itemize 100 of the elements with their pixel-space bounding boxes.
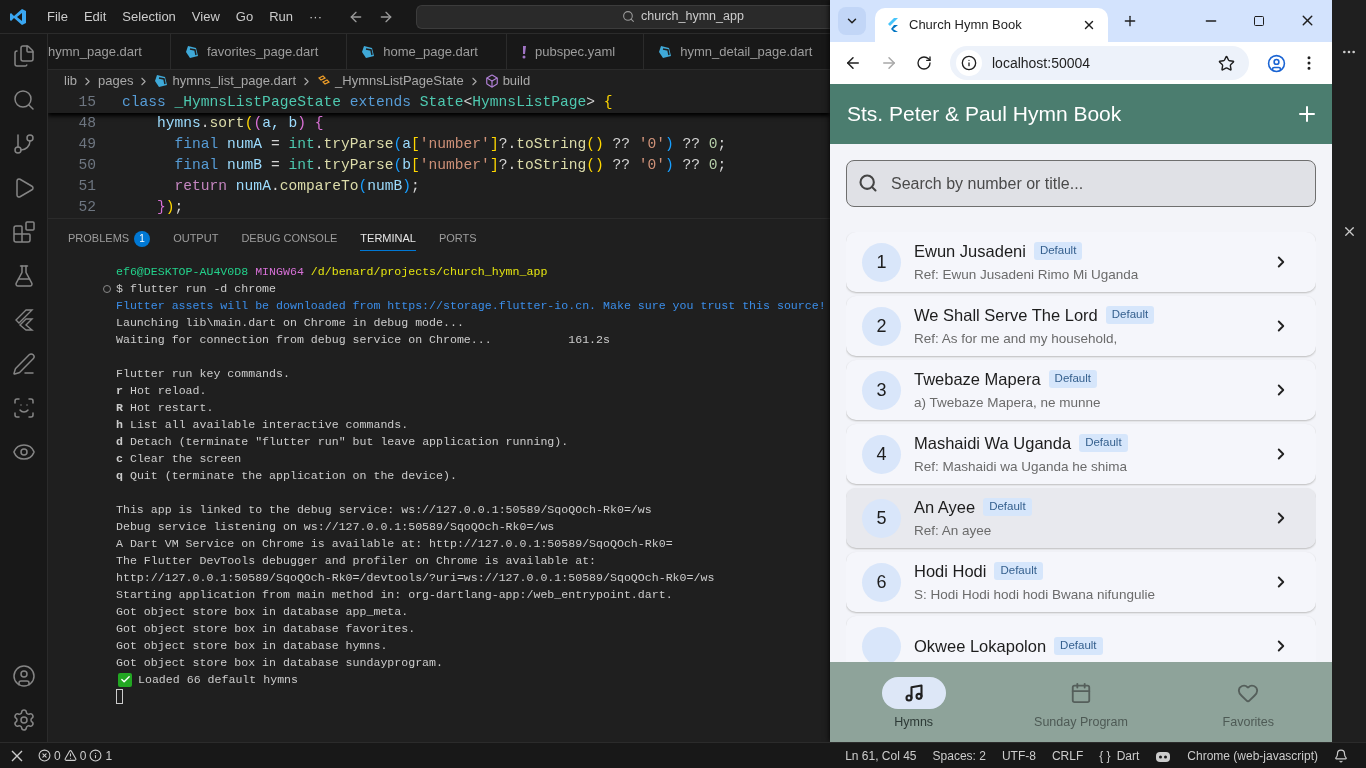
hymn-card[interactable]: 5 An Ayee Default Ref: An ayee xyxy=(846,488,1316,548)
account-icon[interactable] xyxy=(11,664,36,688)
count-badge: 1 xyxy=(134,230,151,247)
line-number: 50 xyxy=(77,156,96,175)
files-icon[interactable] xyxy=(11,44,36,68)
panel-tab[interactable]: TERMINAL xyxy=(360,227,416,251)
terminal-line: http://127.0.0.1:50589/SqoQOch-Rk0=/devtools/?uri=ws://127.0.0.1:50589/SqoQOch-Rk0=/ws xyxy=(116,570,716,586)
dart-file-icon xyxy=(658,44,673,59)
hymn-card[interactable]: Okwee Lokapolon Default xyxy=(846,616,1316,662)
maximize-icon[interactable] xyxy=(1253,15,1265,27)
code-line: }); xyxy=(156,198,184,217)
back-icon[interactable] xyxy=(844,54,862,72)
menu-item[interactable]: Run xyxy=(263,4,299,29)
search-field[interactable]: Search by number or title... xyxy=(846,160,1316,207)
terminal-line: R Hot restart. xyxy=(116,400,215,416)
panel-tab[interactable]: DEBUG CONSOLE xyxy=(241,227,338,251)
reload-icon[interactable] xyxy=(916,55,932,71)
hymn-title: Hodi Hodi xyxy=(914,560,987,582)
bookmark-star-icon[interactable] xyxy=(1218,54,1235,72)
dart-file-icon xyxy=(184,44,199,59)
status-item[interactable]: Chrome (web-javascript) xyxy=(1187,746,1318,765)
address-bar[interactable]: localhost:50004 xyxy=(950,46,1249,80)
default-tag: Default xyxy=(1054,637,1103,655)
terminal-line: The Flutter DevTools debugger and profiler on Chrome is available at: xyxy=(116,553,598,569)
panel-tab[interactable]: PROBLEMS 1 xyxy=(68,227,151,251)
menu-item[interactable]: View xyxy=(185,4,226,29)
scan-icon[interactable] xyxy=(11,396,36,420)
method-icon xyxy=(484,74,499,88)
hymn-subtitle: Ref: Ewun Jusadeni Rimo Mi Uganda xyxy=(914,266,1140,285)
hymn-title: Mashaidi Wa Uganda xyxy=(914,432,1072,454)
terminal-line: Got object store box in database app_meta. xyxy=(116,604,410,620)
panel-tab[interactable]: PORTS xyxy=(438,227,477,251)
warning-icon[interactable] xyxy=(63,749,77,762)
terminal-line: Loaded 66 default hymns xyxy=(138,672,299,688)
nav-tab[interactable]: Hymns xyxy=(830,662,998,742)
default-tag: Default xyxy=(1033,242,1083,260)
close-icon[interactable] xyxy=(1082,18,1096,32)
error-count[interactable]: 0 xyxy=(54,746,61,765)
default-tag: Default xyxy=(994,562,1043,580)
hymn-card[interactable]: 2 We Shall Serve The Lord Default Ref: As for me and my household, xyxy=(846,296,1316,356)
status-item[interactable]: Ln 61, Col 45 xyxy=(845,746,917,765)
terminal-user: ef6@DESKTOP-AU4V0D8 xyxy=(116,264,249,280)
music-library-icon xyxy=(903,683,924,703)
site-info-icon[interactable] xyxy=(961,55,977,71)
hymn-subtitle: Ref: Mashaidi wa Uganda he shima xyxy=(914,458,1129,477)
menu-item[interactable]: Edit xyxy=(77,4,113,29)
editor-tab[interactable]: hymn_page.dart xyxy=(48,34,171,69)
hymn-card[interactable]: 4 Mashaidi Wa Uganda Default Ref: Mashaidi wa Uganda he shima xyxy=(846,424,1316,484)
line-number: 52 xyxy=(77,198,96,217)
breadcrumb-item[interactable]: lib xyxy=(64,71,77,91)
panel-tab[interactable]: OUTPUT xyxy=(173,227,219,251)
search-icon[interactable] xyxy=(11,88,36,112)
flutter-logo-icon xyxy=(887,18,899,32)
terminal-line: Flutter run key commands. xyxy=(116,366,291,382)
browser-tab[interactable]: Church Hymn Book xyxy=(875,8,1108,42)
command-center-field[interactable]: church_hymn_app xyxy=(416,4,830,29)
profile-icon[interactable] xyxy=(1267,53,1286,73)
hymn-card[interactable]: 3 Twebaze Mapera Default a) Twebaze Mapera, ne munne xyxy=(846,360,1316,420)
hymn-number: 3 xyxy=(862,370,901,410)
vscode-logo-icon xyxy=(9,7,27,26)
bell-icon[interactable] xyxy=(1334,748,1348,763)
search-icon xyxy=(858,173,878,193)
info-icon[interactable] xyxy=(89,749,103,762)
breadcrumb-item[interactable]: build xyxy=(502,71,531,91)
info-count[interactable]: 1 xyxy=(105,746,113,765)
terminal-line: c Clear the screen xyxy=(116,451,243,467)
editor-tab[interactable]: pubspec.yaml xyxy=(506,34,645,69)
dart-file-icon xyxy=(361,44,376,59)
breadcrumb-item[interactable]: pages xyxy=(98,71,134,91)
app-title: Sts. Peter & Paul Hymn Book xyxy=(847,101,1123,128)
dart-file-icon xyxy=(154,74,169,88)
default-tag: Default xyxy=(1048,370,1097,388)
menu-item[interactable]: File xyxy=(41,4,74,29)
status-item[interactable]: Spaces: 2 xyxy=(932,746,986,765)
breadcrumb-item[interactable]: _HymnsListPageState xyxy=(335,71,464,91)
editor-tab[interactable]: home_page.dart xyxy=(347,34,507,69)
hymn-number: 2 xyxy=(862,306,901,346)
hymn-card[interactable]: 6 Hodi Hodi Default S: Hodi Hodi hodi hodi Bwana nifungulie xyxy=(846,552,1316,612)
warning-count[interactable]: 0 xyxy=(79,746,87,765)
hymn-card[interactable]: 1 Ewun Jusadeni Default Ref: Ewun Jusadeni Rimo Mi Uganda xyxy=(846,232,1316,292)
hymn-number xyxy=(862,626,901,662)
status-item[interactable]: CRLF xyxy=(1051,746,1084,765)
pen-icon[interactable] xyxy=(11,352,36,376)
source-control-icon[interactable] xyxy=(11,132,36,156)
menu-item[interactable]: Selection xyxy=(116,4,182,29)
breadcrumb-item[interactable]: hymns_list_page.dart xyxy=(172,71,296,91)
error-icon[interactable] xyxy=(38,749,51,762)
terminal-line: q Quit (terminate the application on the device). xyxy=(116,468,458,484)
settings-icon[interactable] xyxy=(11,708,36,732)
menu-item[interactable]: ··· xyxy=(303,4,328,29)
editor-tab[interactable]: favorites_page.dart xyxy=(170,34,348,69)
terminal-line: Flutter assets will be downloaded from https://storage.flutter-io.cn. Make sure you trust this source! xyxy=(116,298,827,314)
terminal-line: This app is linked to the debug service: ws://127.0.0.1:50589/SqoQOch-Rk0=/ws xyxy=(116,502,653,518)
language-status[interactable]: { } Dart xyxy=(1099,746,1140,765)
status-item[interactable]: UTF-8 xyxy=(1001,746,1036,765)
calendar-icon xyxy=(1070,682,1092,704)
menu-item[interactable]: Go xyxy=(229,4,260,29)
hymn-number: 5 xyxy=(862,498,901,538)
new-tab-icon[interactable] xyxy=(1122,13,1138,29)
extensions-icon[interactable] xyxy=(11,220,36,244)
